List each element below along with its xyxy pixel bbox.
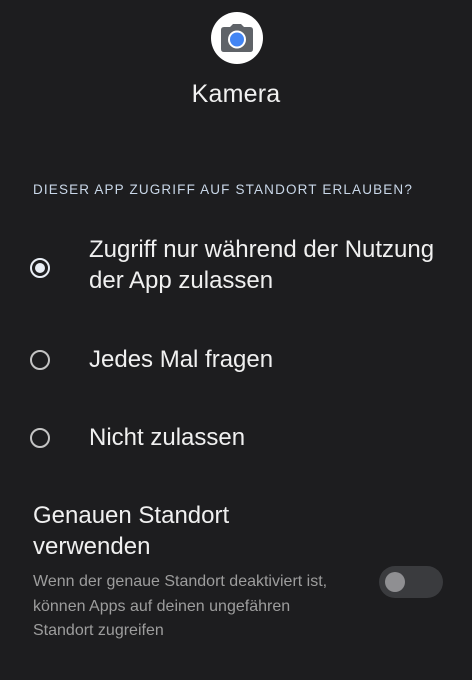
location-permission-header: DIESER APP ZUGRIFF AUF STANDORT ERLAUBEN… [33, 182, 413, 197]
radio-label-allow-while-using: Zugriff nur während der Nutzung der App … [89, 236, 435, 294]
radio-label-ask-every-time: Jedes Mal fragen [89, 346, 274, 373]
radio-button[interactable] [30, 428, 50, 448]
precise-location-description: Wenn der genaue Standort deaktiviert ist… [33, 573, 328, 639]
precise-location-title: Genauen Standort verwenden [33, 502, 230, 560]
radio-button-checked[interactable] [30, 258, 50, 278]
radio-option-allow-while-using[interactable]: Zugriff nur während der Nutzung der App … [0, 232, 472, 296]
radio-button[interactable] [30, 350, 50, 370]
radio-option-ask-every-time[interactable]: Jedes Mal fragen [0, 342, 472, 378]
camera-icon [221, 24, 253, 52]
radio-label-deny: Nicht zulassen [89, 424, 246, 451]
app-title: Kamera [191, 80, 281, 108]
radio-option-deny[interactable]: Nicht zulassen [0, 420, 472, 456]
toggle-knob [385, 572, 405, 592]
app-icon [211, 12, 263, 64]
precise-location-toggle[interactable] [379, 566, 443, 598]
